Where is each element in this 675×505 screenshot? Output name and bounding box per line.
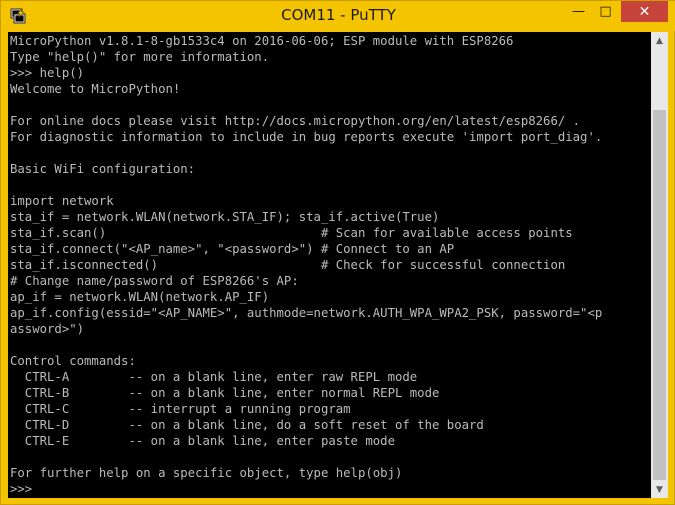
terminal-line: CTRL-C -- interrupt a running program <box>10 402 351 416</box>
terminal-screen[interactable]: MicroPython v1.8.1-8-gb1533c4 on 2016-06… <box>8 32 651 498</box>
title-bar[interactable]: COM11 - PuTTY — □ ✕ <box>1 1 675 31</box>
terminal-line: CTRL-A -- on a blank line, enter raw REP… <box>10 370 418 384</box>
terminal-line: CTRL-E -- on a blank line, enter paste m… <box>10 434 395 448</box>
terminal-line: >>> <box>10 482 33 496</box>
terminal-line: For further help on a specific object, t… <box>10 466 403 480</box>
terminal-line: sta_if.connect("<AP_name>", "<password>"… <box>10 242 455 256</box>
terminal-line: sta_if = network.WLAN(network.STA_IF); s… <box>10 210 440 224</box>
terminal-line: For diagnostic information to include in… <box>10 130 603 144</box>
terminal-line: Welcome to MicroPython! <box>10 82 181 96</box>
scroll-down-arrow-icon[interactable]: ▼ <box>651 481 668 498</box>
vertical-scrollbar[interactable]: ▲ ▼ <box>651 32 668 498</box>
terminal-line: import network <box>10 194 114 208</box>
terminal-line: ap_if.config(essid="<AP_NAME>", authmode… <box>10 306 603 320</box>
minimize-button[interactable]: — <box>565 1 592 22</box>
terminal-line: CTRL-D -- on a blank line, do a soft res… <box>10 418 484 432</box>
terminal-line: ap_if = network.WLAN(network.AP_IF) <box>10 290 270 304</box>
terminal-line: sta_if.isconnected() # Check for success… <box>10 258 566 272</box>
terminal-line: >>> help() <box>10 66 85 80</box>
terminal-line: assword>") <box>10 322 85 336</box>
scrollbar-thumb[interactable] <box>653 110 666 480</box>
terminal-line: # Change name/password of ESP8266's AP: <box>10 274 299 288</box>
terminal-line: Basic WiFi configuration: <box>10 162 196 176</box>
putty-window: COM11 - PuTTY — □ ✕ MicroPython v1.8.1-8… <box>0 0 675 505</box>
terminal-line: Type "help()" for more information. <box>10 50 270 64</box>
terminal-line: For online docs please visit http://docs… <box>10 114 581 128</box>
terminal-line: MicroPython v1.8.1-8-gb1533c4 on 2016-06… <box>10 34 514 48</box>
terminal-line: CTRL-B -- on a blank line, enter normal … <box>10 386 440 400</box>
close-button[interactable]: ✕ <box>621 1 668 22</box>
maximize-button[interactable]: □ <box>592 1 619 22</box>
terminal-line: Control commands: <box>10 354 136 368</box>
terminal-line: sta_if.scan() # Scan for available acces… <box>10 226 573 240</box>
scroll-up-arrow-icon[interactable]: ▲ <box>651 32 668 49</box>
